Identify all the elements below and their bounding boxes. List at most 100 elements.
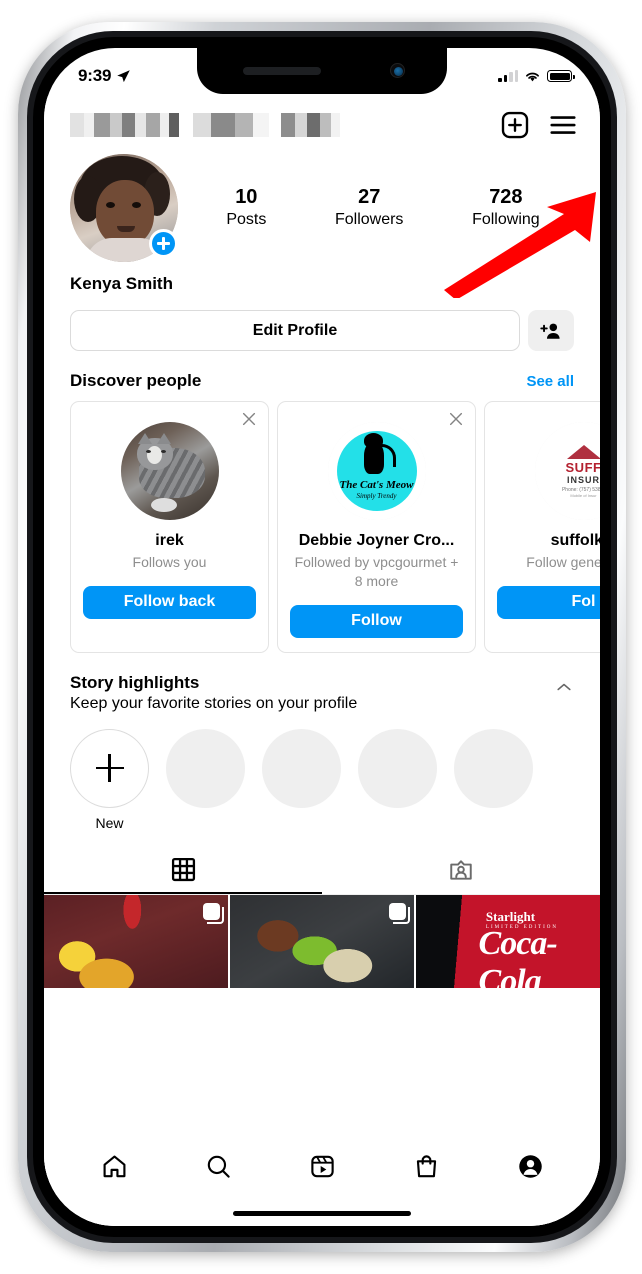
menu-button[interactable] xyxy=(548,110,578,140)
following-count: 728 xyxy=(489,186,523,209)
discover-avatar: The Cat's Meow Simply Trendy xyxy=(327,422,426,520)
highlight-new-label: New xyxy=(95,814,124,831)
profile-tabs xyxy=(44,847,600,895)
followers-count: 27 xyxy=(358,186,381,209)
home-tab[interactable] xyxy=(101,1153,128,1185)
discover-card[interactable]: irek Follows you Follow back xyxy=(70,401,269,653)
discover-cards[interactable]: irek Follows you Follow back The Cat's M… xyxy=(44,401,600,653)
chevron-up-icon[interactable] xyxy=(554,677,574,697)
discover-subtitle: Follow generalpub xyxy=(526,554,600,570)
close-icon[interactable] xyxy=(241,411,257,427)
highlight-new[interactable]: New xyxy=(70,728,149,831)
follow-button[interactable]: Fol xyxy=(497,585,600,619)
cellular-signal-icon xyxy=(498,70,518,82)
header-actions xyxy=(500,110,578,140)
story-highlights-header: Story highlights Keep your favorite stor… xyxy=(44,653,600,713)
logo-text-tagline: Mobile of Insur xyxy=(570,492,597,498)
notch xyxy=(197,48,447,94)
search-tab[interactable] xyxy=(205,1153,232,1185)
discover-card[interactable]: The Cat's Meow Simply Trendy Debbie Joyn… xyxy=(277,401,476,653)
profile-full-name: Kenya Smith xyxy=(70,274,173,293)
add-story-badge-icon[interactable] xyxy=(149,229,178,258)
post-thumbnail[interactable] xyxy=(44,894,228,988)
suffolk-insurance-logo: SUFF INSUR Phone: (757) 538-9 Mobile of … xyxy=(534,422,600,520)
device-frame: 9:39 10 Posts 27 Followers 728 Following… xyxy=(0,0,642,1274)
post-grid[interactable]: Starlight LIMITED EDITION Coca-Cola xyxy=(44,894,600,988)
multi-photo-icon xyxy=(203,902,224,924)
discover-name: irek xyxy=(155,532,184,549)
discover-header: Discover people See all xyxy=(44,351,600,401)
posts-count: 10 xyxy=(235,186,258,209)
followers-label: Followers xyxy=(334,211,404,229)
status-time-group: 9:39 xyxy=(78,66,131,86)
discover-name: suffolk_i xyxy=(550,532,600,549)
username-blurred[interactable] xyxy=(70,112,340,138)
close-icon[interactable] xyxy=(448,411,464,427)
discover-name: Debbie Joyner Cro... xyxy=(298,532,455,549)
shop-bag-icon xyxy=(416,1155,436,1178)
logo-text-secondary: INSUR xyxy=(566,474,600,485)
profile-header xyxy=(44,96,600,148)
add-highlight-icon[interactable] xyxy=(70,728,149,808)
battery-full-icon xyxy=(547,70,575,82)
logo-text-primary: SUFF xyxy=(565,459,600,475)
discover-title: Discover people xyxy=(70,371,202,390)
follow-back-button[interactable]: Follow back xyxy=(83,585,256,619)
search-icon xyxy=(207,1155,230,1178)
profile-avatar-icon xyxy=(518,1155,542,1178)
home-icon xyxy=(103,1155,125,1178)
story-highlights-row[interactable]: New xyxy=(44,713,600,831)
profile-stats: 10 Posts 27 Followers 728 Following xyxy=(178,185,574,231)
hamburger-menu-icon xyxy=(550,116,576,134)
stat-following[interactable]: 728 Following xyxy=(472,185,540,231)
highlight-placeholder xyxy=(454,728,533,831)
story-highlights-title: Story highlights xyxy=(70,672,200,692)
discover-subtitle: Follows you xyxy=(132,554,207,570)
discover-subtitle: Followed by vpcgourmet + 8 more xyxy=(294,554,459,589)
multi-photo-icon xyxy=(389,902,410,924)
edit-profile-button[interactable]: Edit Profile xyxy=(70,310,520,351)
reels-icon xyxy=(310,1155,334,1178)
home-indicator xyxy=(44,1200,600,1226)
stat-posts[interactable]: 10 Posts xyxy=(226,185,266,231)
discover-card[interactable]: SUFF INSUR Phone: (757) 538-9 Mobile of … xyxy=(484,401,600,653)
phone-screen: 9:39 10 Posts 27 Followers 728 Following… xyxy=(44,48,600,1226)
highlight-placeholder xyxy=(262,728,341,831)
discover-people-button[interactable] xyxy=(528,310,574,351)
tagged-tab[interactable] xyxy=(322,847,600,894)
status-time: 9:39 xyxy=(78,66,112,85)
highlight-placeholder xyxy=(358,728,437,831)
post-thumbnail[interactable] xyxy=(230,894,414,988)
profile-tab[interactable] xyxy=(517,1153,544,1185)
wifi-icon xyxy=(526,72,539,81)
cats-meow-logo: The Cat's Meow Simply Trendy xyxy=(327,422,426,520)
reels-tab[interactable] xyxy=(309,1153,336,1185)
post-thumbnail[interactable]: Starlight LIMITED EDITION Coca-Cola xyxy=(416,894,600,988)
shop-tab[interactable] xyxy=(413,1153,440,1185)
logo-text-primary: The Cat's Meow xyxy=(339,479,414,491)
grid-tab[interactable] xyxy=(44,847,322,894)
avatar[interactable] xyxy=(70,154,178,262)
logo-text-secondary: Simply Trendy xyxy=(356,492,397,500)
highlight-placeholder xyxy=(166,728,245,831)
status-indicators xyxy=(498,70,575,83)
stat-followers[interactable]: 27 Followers xyxy=(335,185,403,231)
earpiece-speaker xyxy=(243,67,321,75)
discover-see-all-link[interactable]: See all xyxy=(526,373,574,390)
tagged-person-icon xyxy=(450,860,472,880)
post-text-cocacola: Coca-Cola xyxy=(478,924,558,988)
plus-square-icon xyxy=(501,111,529,139)
add-person-icon xyxy=(540,323,560,339)
posts-label: Posts xyxy=(226,211,267,229)
profile-summary: 10 Posts 27 Followers 728 Following xyxy=(44,148,600,262)
story-highlights-subtitle: Keep your favorite stories on your profi… xyxy=(70,694,358,712)
following-label: Following xyxy=(472,211,540,229)
grid-icon xyxy=(171,857,195,881)
new-post-button[interactable] xyxy=(500,110,530,140)
bottom-navigation xyxy=(44,1138,600,1200)
profile-scroll-area[interactable]: 10 Posts 27 Followers 728 Following Keny… xyxy=(44,96,600,1138)
discover-avatar xyxy=(120,422,219,520)
location-arrow-icon xyxy=(117,69,130,82)
follow-button[interactable]: Follow xyxy=(290,604,463,638)
discover-avatar: SUFF INSUR Phone: (757) 538-9 Mobile of … xyxy=(534,422,600,520)
